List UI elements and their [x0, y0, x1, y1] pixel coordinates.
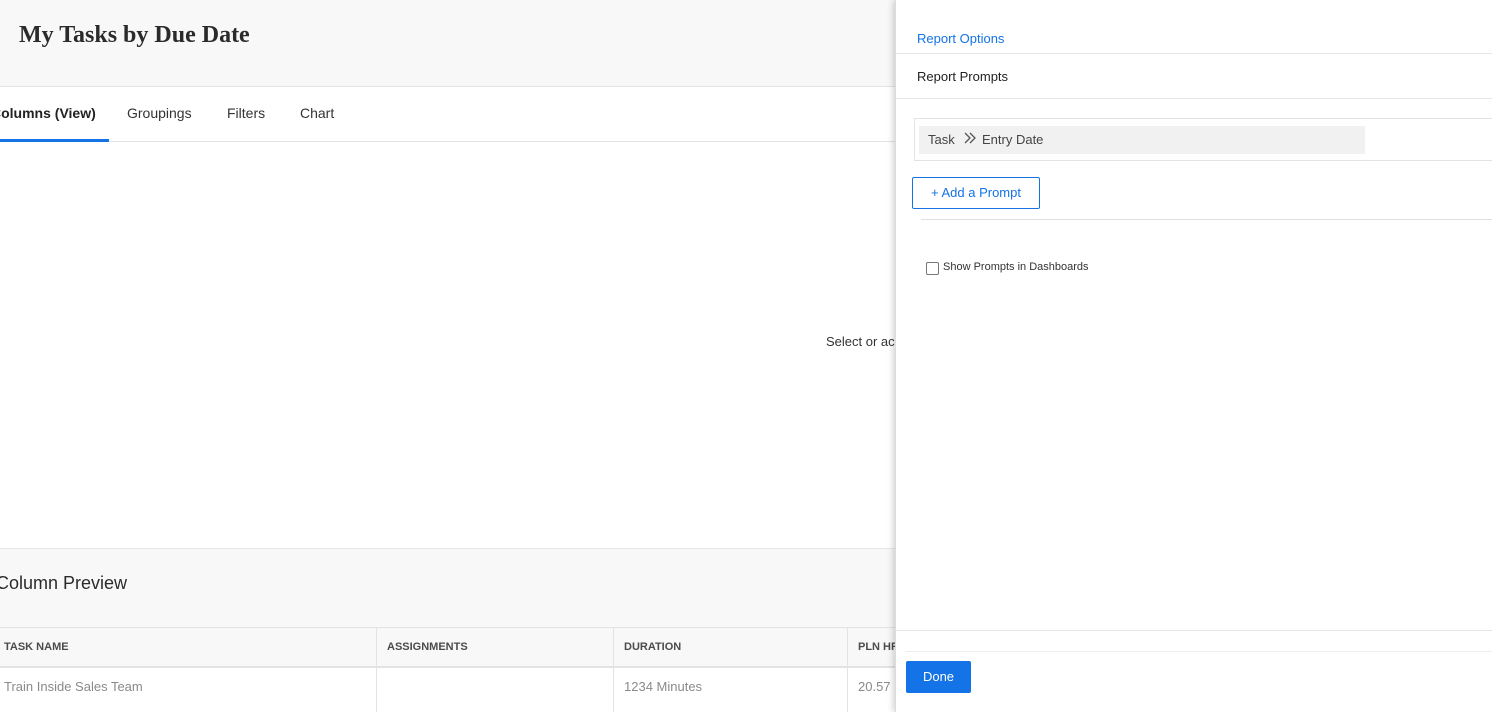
- empty-state-message: Select or ac: [826, 334, 895, 349]
- prompt-row: Task Entry Date: [914, 118, 1492, 161]
- report-options-panel: Report Options Report Prompts Task Entry…: [895, 0, 1492, 712]
- add-prompt-button[interactable]: + Add a Prompt: [912, 177, 1040, 209]
- tab-chart[interactable]: Chart: [300, 87, 334, 142]
- column-header-duration[interactable]: DURATION: [614, 628, 848, 666]
- prompt-field-selector[interactable]: Task Entry Date: [919, 126, 1365, 154]
- cell-duration: 1234 Minutes: [614, 668, 848, 712]
- prompt-object-label: Task: [928, 132, 955, 147]
- done-button[interactable]: Done: [906, 661, 971, 693]
- tab-columns-view[interactable]: Columns (View): [0, 87, 109, 142]
- panel-header: Report Options: [896, 0, 1492, 54]
- column-preview-title: Column Preview: [0, 573, 128, 593]
- panel-section-header: Report Prompts: [896, 54, 1492, 99]
- cell-assignments: [377, 668, 614, 712]
- show-prompts-checkbox[interactable]: [926, 262, 939, 275]
- double-chevron-right-icon: [963, 130, 977, 149]
- prompt-field-label: Entry Date: [982, 132, 1044, 147]
- column-header-task-name[interactable]: TASK NAME: [0, 628, 377, 666]
- show-prompts-label[interactable]: Show Prompts in Dashboards: [943, 261, 1089, 273]
- footer-divider: [906, 651, 1492, 652]
- panel-footer: Done: [896, 630, 1492, 712]
- tab-filters[interactable]: Filters: [227, 87, 265, 142]
- cell-task-name: Train Inside Sales Team: [0, 668, 377, 712]
- tab-groupings[interactable]: Groupings: [127, 87, 192, 142]
- column-header-assignments[interactable]: ASSIGNMENTS: [377, 628, 614, 666]
- report-prompts-title: Report Prompts: [917, 69, 1009, 84]
- section-divider: [921, 219, 1492, 220]
- page-title: My Tasks by Due Date: [19, 22, 250, 48]
- report-options-link[interactable]: Report Options: [917, 31, 1004, 46]
